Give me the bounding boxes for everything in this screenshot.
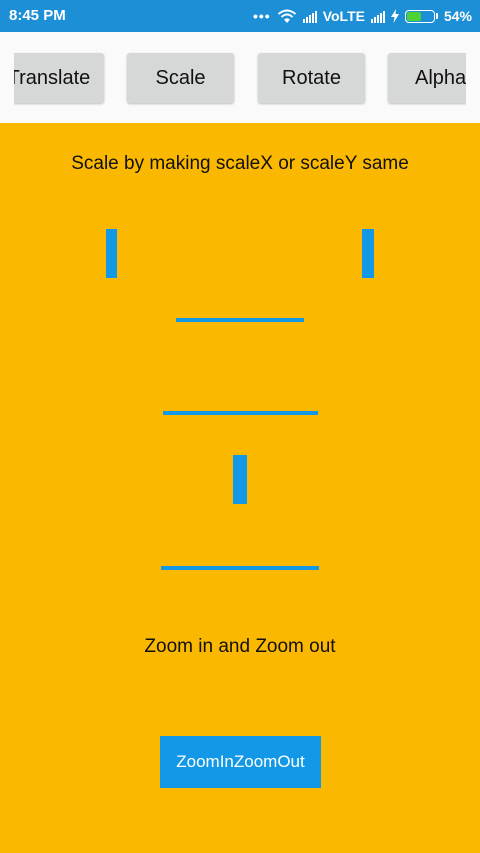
scale-button[interactable]: Scale: [127, 53, 234, 103]
animation-tab-strip[interactable]: Translate Scale Rotate Alpha: [0, 32, 480, 123]
status-bar: 8:45 PM ••• VoLTE 54%: [0, 0, 480, 32]
rotate-button-label: Rotate: [282, 66, 341, 89]
scale-button-label: Scale: [155, 66, 206, 89]
battery-percent: 54%: [443, 8, 472, 24]
signal-icon: [302, 10, 317, 23]
zoom-button-label: ZoomInZoomOut: [176, 752, 305, 771]
more-dots-icon: •••: [252, 8, 271, 24]
charging-icon: [390, 9, 399, 23]
status-icons: ••• VoLTE 54%: [253, 7, 472, 25]
scaled-view[interactable]: [233, 455, 247, 504]
alpha-button-label: Alpha: [415, 66, 466, 89]
network-label: VoLTE: [322, 8, 365, 24]
status-time: 8:45 PM: [9, 7, 66, 24]
zoom-in-zoom-out-button[interactable]: ZoomInZoomOut: [160, 736, 321, 788]
scaled-view[interactable]: [362, 229, 374, 278]
scale-section-title: Scale by making scaleX or scaleY same: [71, 153, 409, 174]
signal-icon: [370, 10, 385, 23]
translate-button[interactable]: Translate: [14, 53, 104, 103]
scaled-view[interactable]: [176, 318, 304, 322]
battery-fill: [406, 11, 421, 21]
scaled-view[interactable]: [163, 411, 318, 415]
scaled-view[interactable]: [161, 566, 319, 570]
zoom-section-title: Zoom in and Zoom out: [144, 636, 336, 657]
rotate-button[interactable]: Rotate: [258, 53, 365, 103]
battery-icon: [404, 9, 438, 23]
alpha-button[interactable]: Alpha: [388, 53, 466, 103]
scaled-view[interactable]: [106, 229, 117, 278]
wifi-icon: [277, 9, 296, 23]
translate-button-label: Translate: [14, 66, 91, 89]
